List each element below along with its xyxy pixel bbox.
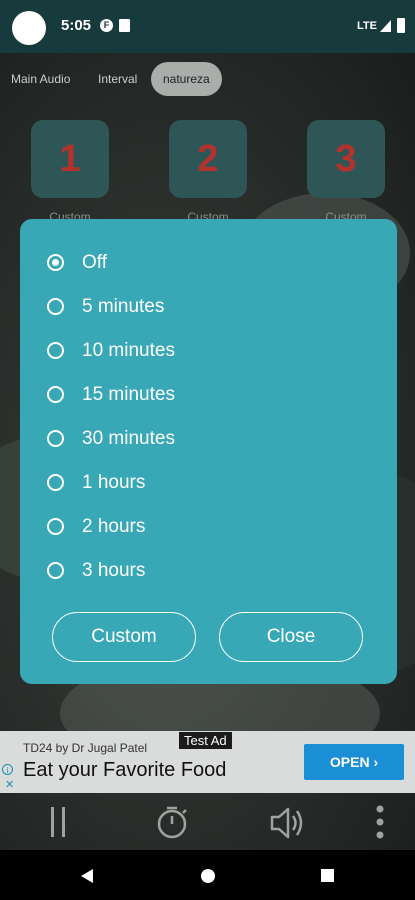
signal-icon — [380, 20, 391, 32]
tab-interval[interactable]: Interval — [98, 62, 137, 96]
recents-icon[interactable] — [320, 868, 335, 888]
more-vert-icon[interactable] — [368, 796, 392, 850]
timer-option-30-minutes[interactable]: 30 minutes — [20, 417, 397, 461]
preset-number: 2 — [197, 138, 219, 180]
back-icon[interactable] — [78, 867, 96, 890]
radio-checked-icon[interactable] — [47, 254, 64, 271]
timer-option-15-minutes[interactable]: 15 minutes — [20, 373, 397, 417]
preset-button-3[interactable]: 3 — [307, 120, 385, 198]
test-ad-tag: Test Ad — [179, 732, 232, 749]
timer-option-2-hours[interactable]: 2 hours — [20, 505, 397, 549]
close-button[interactable]: Close — [219, 612, 363, 662]
ad-open-label: OPEN — [329, 754, 370, 770]
timer-option-3-hours[interactable]: 3 hours — [20, 549, 397, 593]
timer-option-5-minutes[interactable]: 5 minutes — [20, 285, 397, 329]
radio-unchecked-icon[interactable] — [47, 342, 64, 359]
ad-advertiser: TD24 by Dr Jugal Patel — [23, 741, 148, 755]
system-nav-bar — [0, 850, 415, 900]
ad-headline: Eat your Favorite Food — [23, 759, 227, 781]
pause-icon[interactable] — [40, 796, 76, 850]
option-label: 2 hours — [82, 516, 146, 537]
preset-button-2[interactable]: 2 — [169, 120, 247, 198]
radio-unchecked-icon[interactable] — [47, 518, 64, 535]
volume-icon[interactable] — [266, 796, 308, 850]
ad-close-icon[interactable]: ✕ — [5, 778, 14, 791]
radio-unchecked-icon[interactable] — [47, 386, 64, 403]
camera-cutout — [12, 11, 46, 45]
playback-controls — [0, 796, 415, 850]
option-label: 10 minutes — [82, 340, 175, 361]
chevron-right-icon: › — [373, 754, 379, 770]
option-label: 5 minutes — [82, 296, 165, 317]
option-label: 3 hours — [82, 560, 146, 581]
radio-unchecked-icon[interactable] — [47, 474, 64, 491]
option-label: 30 minutes — [82, 428, 175, 449]
status-bar: 5:05 F LTE — [0, 0, 415, 53]
sleep-timer-dialog: Off 5 minutes 10 minutes 15 minutes 30 m… — [20, 219, 397, 684]
preset-number: 1 — [59, 138, 81, 180]
tab-natureza[interactable]: natureza — [151, 62, 222, 96]
timer-option-1-hours[interactable]: 1 hours — [20, 461, 397, 505]
radio-unchecked-icon[interactable] — [47, 298, 64, 315]
preset-number: 3 — [335, 138, 357, 180]
timer-icon[interactable] — [152, 796, 192, 850]
ad-info-icon[interactable]: i — [2, 764, 13, 775]
status-time: 5:05 — [61, 17, 92, 34]
radio-unchecked-icon[interactable] — [47, 562, 64, 579]
radio-unchecked-icon[interactable] — [47, 430, 64, 447]
tab-bar: Main Audio Interval natureza — [0, 62, 415, 96]
option-label: Off — [82, 252, 107, 273]
timer-option-10-minutes[interactable]: 10 minutes — [20, 329, 397, 373]
option-label: 1 hours — [82, 472, 146, 493]
option-label: 15 minutes — [82, 384, 175, 405]
battery-icon — [397, 18, 405, 33]
app-notification-icon: F — [100, 19, 113, 32]
custom-button[interactable]: Custom — [52, 612, 196, 662]
network-type: LTE — [357, 20, 377, 32]
home-icon[interactable] — [200, 868, 216, 889]
preset-button-1[interactable]: 1 — [31, 120, 109, 198]
ad-open-button[interactable]: OPEN › — [304, 744, 404, 780]
timer-option-off[interactable]: Off — [20, 241, 397, 285]
sd-card-icon — [119, 19, 130, 32]
tab-main-audio[interactable]: Main Audio — [11, 62, 70, 96]
